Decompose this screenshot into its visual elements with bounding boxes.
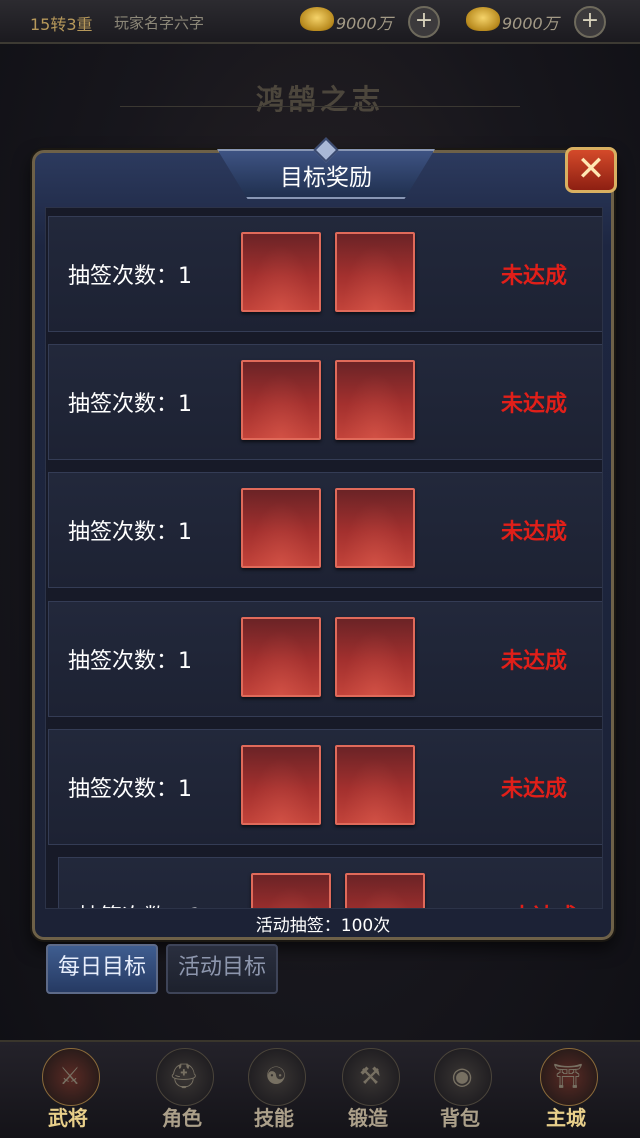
- reward-item-slot[interactable]: [241, 617, 321, 697]
- draw-count-label: 抽签次数：1: [78, 899, 202, 908]
- nav-label: 武将: [48, 1106, 88, 1130]
- nav-general[interactable]: ⚔ 武将: [28, 1042, 108, 1138]
- reward-row: 抽签次数：1 未达成: [48, 344, 602, 460]
- draw-count-label: 抽签次数：1: [68, 264, 192, 289]
- swirl-glyph-icon: ☯: [265, 1062, 287, 1090]
- nav-character[interactable]: ⛑ 角色: [142, 1042, 222, 1138]
- player-name: 玩家名字六字: [114, 14, 205, 32]
- general-glyph-icon: ⚔: [59, 1062, 81, 1090]
- currency-amount: 9000万: [336, 14, 393, 33]
- city-glyph-icon: ⛩: [552, 1062, 584, 1090]
- reward-item-slot[interactable]: [335, 617, 415, 697]
- nav-label: 技能: [254, 1106, 294, 1130]
- nav-label: 锻造: [348, 1106, 388, 1130]
- status-not-achieved: 未达成: [501, 520, 568, 545]
- reward-item-slot[interactable]: [251, 873, 331, 908]
- modal-title: 目标奖励: [280, 165, 372, 191]
- nav-label: 主城: [546, 1106, 586, 1130]
- currency-gold: 9000万 +: [300, 4, 440, 38]
- status-not-achieved: 未达成: [501, 264, 568, 289]
- rebirth-rank: 15转3重: [30, 15, 93, 34]
- add-currency-button[interactable]: +: [574, 6, 606, 38]
- title-divider: [120, 106, 520, 107]
- event-draw-count: 活动抽签：100次: [255, 916, 391, 936]
- bag-glyph-icon: ◉: [451, 1062, 473, 1090]
- status-not-achieved: 未达成: [501, 649, 568, 674]
- reward-list[interactable]: 抽签次数：1 未达成 抽签次数：1 未达成 抽签次数：1 未达成 抽签次数：1 …: [45, 207, 603, 909]
- anvil-glyph-icon: ⚒: [359, 1062, 381, 1090]
- tab-event-goals[interactable]: 活动目标: [166, 944, 278, 994]
- tab-daily-goals[interactable]: 每日目标: [46, 944, 158, 994]
- reward-row: 抽签次数：1 未达成: [48, 601, 602, 717]
- currency-amount: 9000万: [502, 14, 559, 33]
- nav-skills[interactable]: ☯ 技能: [234, 1042, 314, 1138]
- bottom-nav: ⚔ 武将 ⛑ 角色 ☯ 技能 ⚒ 锻造 ◉ 背包 ⛩ 主城: [0, 1040, 640, 1138]
- status-not-achieved: 未达成: [501, 777, 568, 802]
- reward-item-slot[interactable]: [241, 360, 321, 440]
- reward-item-slot[interactable]: [335, 488, 415, 568]
- top-bar: 15转3重 玩家名字六字 9000万 + 9000万 +: [0, 0, 640, 44]
- gold-ingot-icon: [466, 7, 500, 31]
- helmet-glyph-icon: ⛑: [168, 1062, 200, 1090]
- reward-item-slot[interactable]: [241, 745, 321, 825]
- nav-label: 背包: [440, 1106, 480, 1130]
- draw-count-label: 抽签次数：1: [68, 520, 192, 545]
- status-not-achieved: 未达成: [511, 899, 577, 908]
- nav-main-city[interactable]: ⛩ 主城: [526, 1042, 606, 1138]
- reward-row: 抽签次数：1 未达成: [48, 216, 602, 332]
- reward-item-slot[interactable]: [241, 232, 321, 312]
- reward-item-slot[interactable]: [335, 232, 415, 312]
- status-not-achieved: 未达成: [501, 392, 568, 417]
- reward-item-slot[interactable]: [345, 873, 425, 908]
- goal-reward-modal: 抽签次数：1 未达成 抽签次数：1 未达成 抽签次数：1 未达成 抽签次数：1 …: [32, 137, 617, 940]
- nav-label: 角色: [162, 1106, 202, 1130]
- draw-count-label: 抽签次数：1: [68, 649, 192, 674]
- reward-item-slot[interactable]: [335, 745, 415, 825]
- add-currency-button[interactable]: +: [408, 6, 440, 38]
- nav-bag[interactable]: ◉ 背包: [420, 1042, 500, 1138]
- reward-row: 抽签次数：1 未达成: [48, 729, 602, 845]
- reward-item-slot[interactable]: [335, 360, 415, 440]
- reward-row: 抽签次数：1 未达成: [48, 472, 602, 588]
- close-button[interactable]: ✕: [565, 147, 617, 193]
- page-title: 鸿鹄之志: [255, 83, 384, 116]
- nav-forge[interactable]: ⚒ 锻造: [328, 1042, 408, 1138]
- currency-ingot: 9000万 +: [466, 4, 606, 38]
- reward-row: 抽签次数：1 未达成: [58, 857, 602, 908]
- draw-count-label: 抽签次数：1: [68, 392, 192, 417]
- gold-ingot-icon: [300, 7, 334, 31]
- reward-item-slot[interactable]: [241, 488, 321, 568]
- draw-count-label: 抽签次数：1: [68, 777, 192, 802]
